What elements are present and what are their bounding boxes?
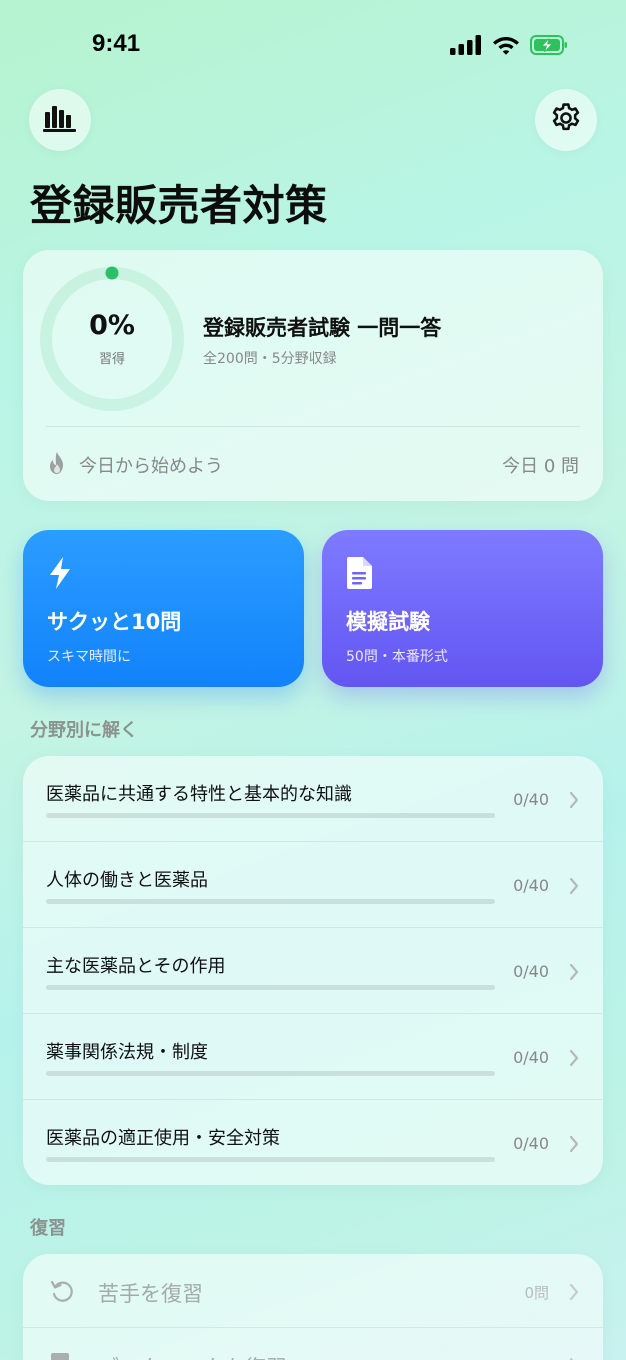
fields-list: 医薬品に共通する特性と基本的な知識 0/40 人体の働きと医薬品 0/40 主な… — [23, 756, 603, 1185]
field-count: 0/40 — [513, 790, 549, 809]
signal-icon — [450, 34, 482, 59]
review-weak-button[interactable]: 苦手を復習 0問 — [23, 1254, 603, 1328]
field-progress-bar — [46, 1071, 495, 1076]
quick-ten-button[interactable]: サクッと10問 スキマ時間に — [23, 530, 304, 687]
battery-charging-icon — [530, 34, 568, 59]
field-item[interactable]: 主な医薬品とその作用 0/40 — [23, 928, 603, 1014]
mastery-ring-indicator — [105, 266, 119, 280]
review-bookmark-button[interactable]: ブックマークを復習 0問 — [23, 1328, 603, 1360]
field-name: 薬事関係法規・制度 — [46, 1042, 208, 1063]
quick-ten-subtitle: スキマ時間に — [47, 649, 131, 665]
field-item[interactable]: 医薬品の適正使用・安全対策 0/40 — [23, 1100, 603, 1185]
field-progress-bar — [46, 1157, 495, 1162]
page-title: 登録販売者対策 — [30, 181, 328, 230]
mastery-caption: 習得 — [98, 352, 125, 367]
field-count: 0/40 — [513, 1048, 549, 1067]
stats-button[interactable] — [29, 89, 91, 151]
chevron-right-icon — [569, 791, 579, 813]
review-list: 苦手を復習 0問 ブックマークを復習 0問 — [23, 1254, 603, 1360]
chevron-right-icon — [569, 1135, 579, 1157]
field-name: 医薬品に共通する特性と基本的な知識 — [46, 784, 352, 805]
field-count: 0/40 — [513, 1134, 549, 1153]
mastery-percent: 0% — [89, 310, 135, 341]
field-item[interactable]: 人体の働きと医薬品 0/40 — [23, 842, 603, 928]
chevron-right-icon — [569, 877, 579, 899]
mock-exam-button[interactable]: 模擬試験 50問・本番形式 — [322, 530, 603, 687]
field-name: 人体の働きと医薬品 — [46, 870, 208, 891]
field-count: 0/40 — [513, 876, 549, 895]
field-item[interactable]: 薬事関係法規・制度 0/40 — [23, 1014, 603, 1100]
review-bookmark-count: 0問 — [524, 1356, 549, 1360]
gear-icon — [549, 101, 583, 139]
bookmark-icon — [49, 1352, 71, 1360]
field-progress-bar — [46, 985, 495, 990]
field-name: 医薬品の適正使用・安全対策 — [46, 1128, 280, 1149]
review-weak-count: 0問 — [524, 1284, 549, 1302]
flame-icon — [47, 451, 67, 479]
mock-exam-subtitle: 50問・本番形式 — [346, 649, 448, 665]
divider — [46, 426, 580, 427]
mock-exam-title: 模擬試験 — [346, 610, 430, 634]
streak-text: 今日から始めよう — [79, 456, 223, 477]
field-count: 0/40 — [513, 962, 549, 981]
wifi-icon — [492, 34, 520, 59]
exam-subtitle: 全200問・5分野収録 — [203, 351, 337, 367]
field-progress-bar — [46, 899, 495, 904]
quick-ten-title: サクッと10問 — [47, 610, 182, 634]
document-icon — [346, 556, 374, 594]
today-count: 今日 0 問 — [502, 456, 579, 477]
progress-card: 0% 習得 登録販売者試験 一問一答 全200問・5分野収録 今日から始めよう … — [23, 250, 603, 501]
review-weak-label: 苦手を復習 — [98, 1282, 203, 1306]
settings-button[interactable] — [535, 89, 597, 151]
bar-chart-icon — [43, 104, 77, 136]
fields-section-label: 分野別に解く — [30, 720, 138, 741]
exam-title: 登録販売者試験 一問一答 — [203, 316, 442, 340]
status-bar: 9:41 — [0, 0, 626, 92]
review-section-label: 復習 — [30, 1218, 66, 1239]
rotate-ccw-icon — [49, 1278, 75, 1308]
field-progress-bar — [46, 813, 495, 818]
status-icons — [450, 34, 568, 59]
review-bookmark-label: ブックマークを復習 — [98, 1352, 287, 1360]
chevron-right-icon — [569, 963, 579, 985]
chevron-right-icon — [569, 1283, 579, 1305]
field-name: 主な医薬品とその作用 — [46, 956, 226, 977]
status-time: 9:41 — [92, 30, 141, 57]
field-item[interactable]: 医薬品に共通する特性と基本的な知識 0/40 — [23, 756, 603, 842]
lightning-icon — [47, 556, 73, 594]
chevron-right-icon — [569, 1049, 579, 1071]
